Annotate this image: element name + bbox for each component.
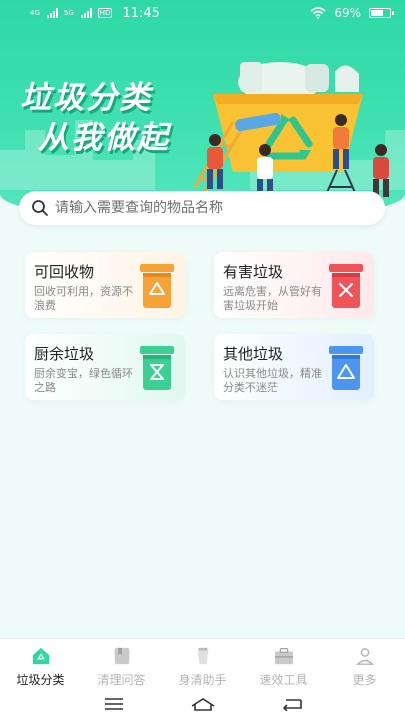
system-nav-bar — [0, 688, 405, 720]
back-icon[interactable] — [281, 697, 303, 711]
home-icon — [32, 647, 49, 665]
search-input[interactable] — [55, 200, 365, 216]
nav-label: 身清助手 — [178, 673, 227, 687]
wifi-icon — [310, 7, 326, 19]
nav-item-quick-tools[interactable]: 速效工具 — [243, 639, 324, 688]
status-bar: 4G 5G HD 11:45 69% — [0, 0, 405, 26]
menu-icon[interactable] — [103, 697, 125, 711]
nav-label: 垃圾分类 — [16, 673, 65, 687]
category-card-recyclable[interactable]: 可回收物 回收可利用，资源不浪费 — [25, 252, 185, 318]
clock: 11:45 — [122, 5, 160, 21]
nav-label: 清理问答 — [97, 673, 146, 687]
search-bar[interactable] — [19, 191, 385, 225]
nav-item-cleanup-qa[interactable]: 清理问答 — [81, 639, 162, 688]
category-desc: 认识其他垃圾，精准分类不迷茫 — [223, 367, 322, 394]
person-icon — [355, 648, 374, 665]
hd-badge: HD — [97, 8, 113, 18]
signal-icon — [46, 8, 58, 18]
book-icon — [114, 647, 129, 665]
nav-label: 速效工具 — [259, 673, 308, 687]
network-type-1: 4G — [30, 8, 40, 17]
category-card-kitchen[interactable]: 厨余垃圾 厨余变宝，绿色循环之路 — [25, 334, 185, 400]
kitchen-bin-icon — [140, 346, 174, 390]
hero-banner: 垃圾分类 从我做起 — [0, 0, 405, 220]
battery-icon — [369, 8, 394, 18]
nav-item-more[interactable]: 更多 — [324, 639, 405, 688]
nav-item-garbage-sort[interactable]: 垃圾分类 — [0, 639, 81, 688]
category-card-hazardous[interactable]: 有害垃圾 远离危害，从管好有害垃圾开始 — [214, 252, 374, 318]
toolbox-icon — [274, 648, 293, 665]
home-button-icon[interactable] — [190, 696, 216, 712]
recyclable-bin-icon — [140, 264, 174, 308]
cup-icon — [197, 647, 208, 665]
category-desc: 回收可利用，资源不浪费 — [34, 285, 133, 312]
other-bin-icon — [329, 346, 363, 390]
signal-icon-2 — [80, 8, 92, 18]
category-desc: 远离危害，从管好有害垃圾开始 — [223, 285, 322, 312]
hero-title-line1: 垃圾分类 — [20, 80, 152, 116]
category-desc: 厨余变宝，绿色循环之路 — [34, 367, 133, 394]
hero-title: 垃圾分类 从我做起 — [20, 78, 170, 158]
network-type-2: 5G — [63, 8, 74, 17]
battery-percent: 69% — [334, 6, 361, 20]
bottom-nav: 垃圾分类 清理问答 身清助手 速效工具 更多 — [0, 638, 405, 688]
nav-label: 更多 — [352, 673, 377, 687]
search-icon — [32, 200, 48, 216]
hero-title-line2: 从我做起 — [38, 120, 170, 156]
nav-item-cleanup-assistant[interactable]: 身清助手 — [162, 639, 243, 688]
hazardous-bin-icon — [329, 264, 363, 308]
recycling-people-illustration — [193, 62, 389, 198]
category-card-other[interactable]: 其他垃圾 认识其他垃圾，精准分类不迷茫 — [214, 334, 374, 400]
